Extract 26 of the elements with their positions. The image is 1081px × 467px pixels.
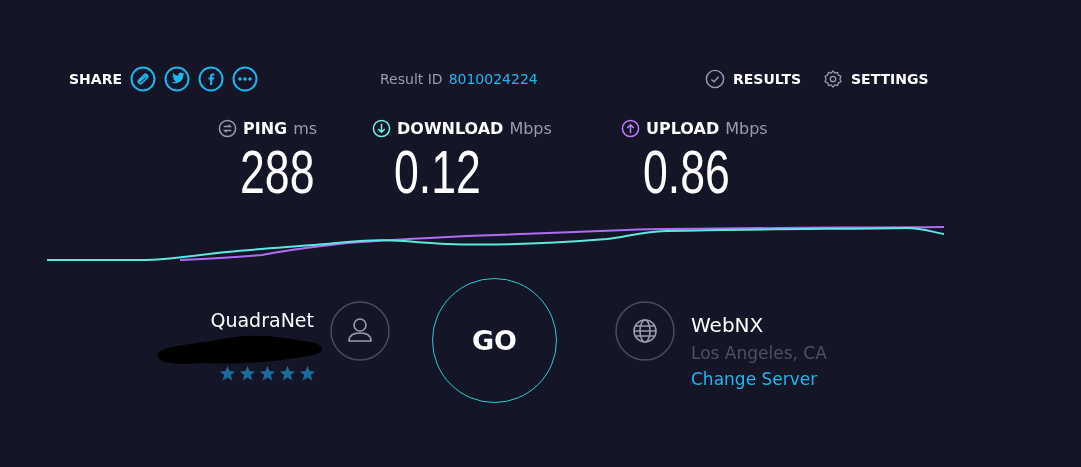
- change-server-link[interactable]: Change Server: [691, 368, 827, 389]
- result-id-link[interactable]: 8010024224: [448, 71, 538, 87]
- metric-value: 288: [240, 140, 315, 204]
- metric-unit: Mbps: [509, 118, 552, 138]
- gear-icon: [823, 69, 844, 89]
- person-icon[interactable]: [330, 300, 390, 361]
- link-icon[interactable]: [130, 66, 156, 92]
- results-link[interactable]: RESULTS: [705, 69, 802, 89]
- metric-unit: Mbps: [725, 118, 768, 138]
- share-label: SHARE: [69, 71, 122, 87]
- result-id-label: Result ID: [380, 71, 443, 87]
- isp-name: QuadraNet: [210, 309, 314, 331]
- metric-value: 0.12: [394, 140, 481, 204]
- facebook-icon[interactable]: [198, 66, 224, 92]
- metric-label: DOWNLOAD: [397, 118, 504, 138]
- metric-unit: ms: [293, 118, 318, 138]
- check-icon: [705, 69, 725, 89]
- more-icon[interactable]: [232, 66, 258, 92]
- metric-value: 0.86: [643, 140, 730, 204]
- settings-link[interactable]: SETTINGS: [823, 69, 929, 89]
- metric-label: UPLOAD: [646, 118, 720, 138]
- server-name: WebNX: [691, 312, 765, 337]
- bird-icon[interactable]: [164, 66, 190, 92]
- server-location: Los Angeles, CA: [691, 342, 827, 363]
- globe-icon[interactable]: [615, 300, 675, 361]
- metric-label: PING: [243, 118, 288, 138]
